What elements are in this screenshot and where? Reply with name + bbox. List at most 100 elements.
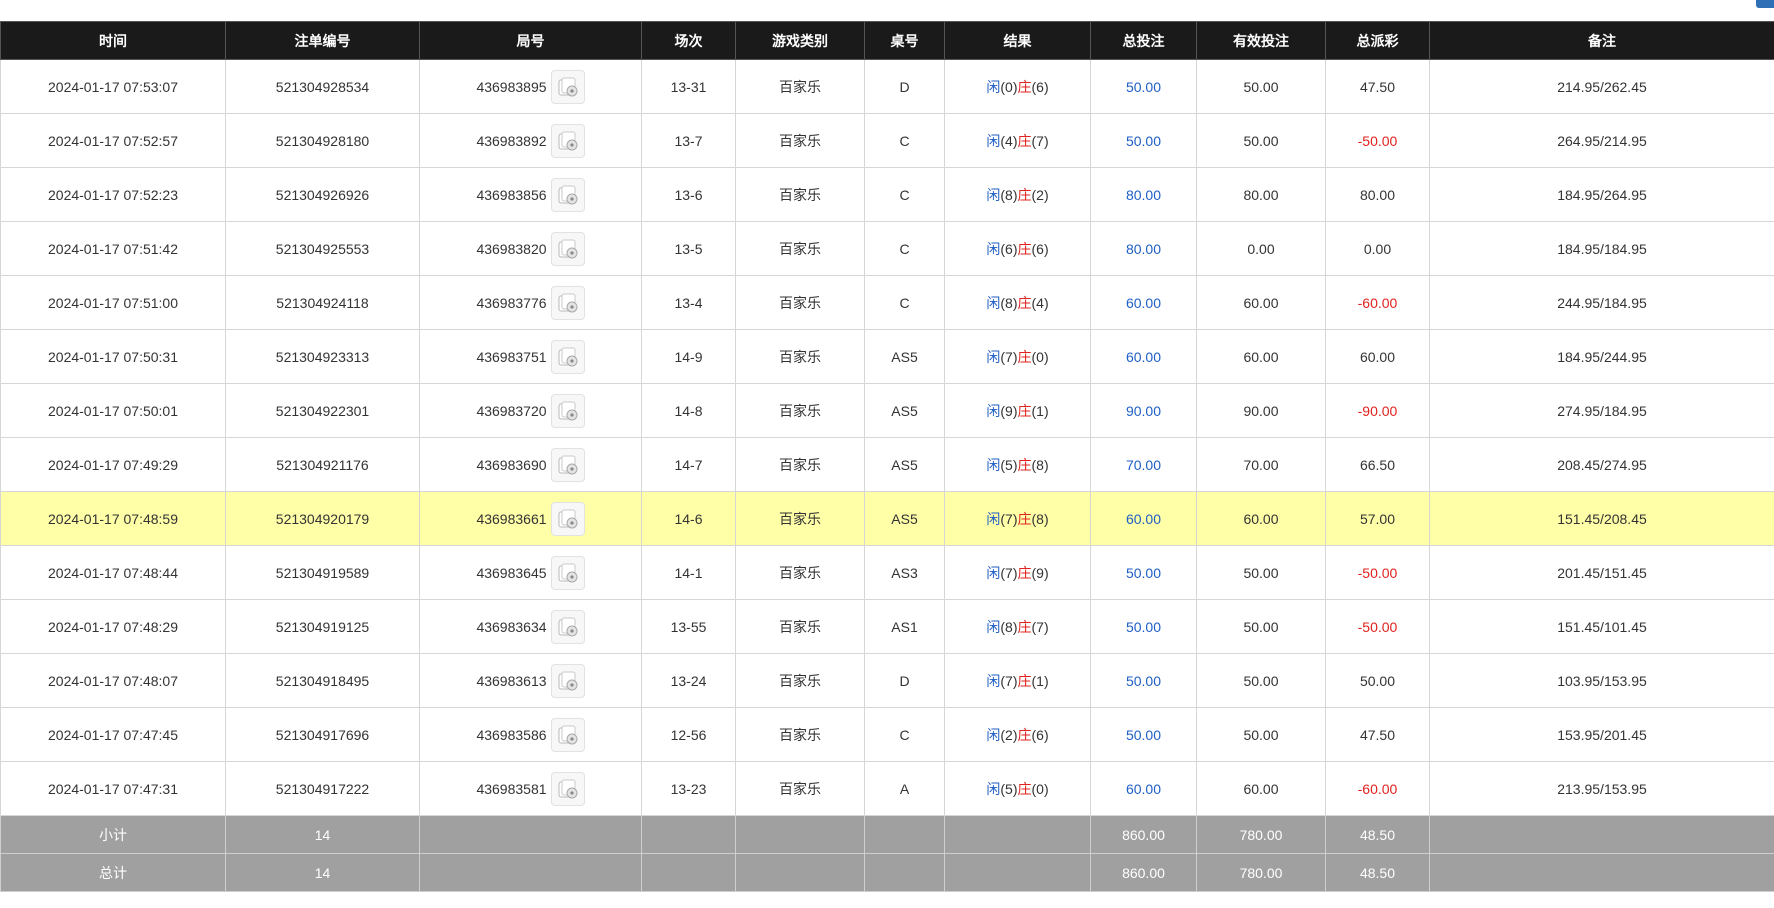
payout-cell: -90.00 (1325, 383, 1430, 438)
round-cell: 436983820 (419, 221, 642, 276)
session-cell: 14-7 (641, 437, 736, 492)
note-cell: 214.95/262.45 (1429, 59, 1774, 114)
valid-bet-cell: 60.00 (1196, 761, 1326, 816)
replay-icon[interactable] (550, 339, 585, 374)
replay-icon[interactable] (550, 717, 585, 752)
replay-icon[interactable] (550, 771, 585, 806)
banker-score: (6) (1031, 78, 1049, 95)
replay-icon[interactable] (550, 663, 585, 698)
table-cell: C (864, 167, 945, 222)
bet-id-cell: 521304920179 (225, 491, 420, 546)
result-cell: 闲(6)庄(6) (944, 221, 1091, 276)
subtotal-valid-bet: 780.00 (1196, 815, 1326, 854)
round-number: 436983581 (476, 780, 547, 797)
total-bet-cell: 50.00 (1090, 653, 1197, 708)
table-row: 2024-01-17 07:52:57 521304928180 436983892… (0, 113, 1774, 168)
banker-label: 庄 (1017, 618, 1032, 635)
player-score: (0) (1000, 78, 1018, 95)
valid-bet-cell: 50.00 (1196, 707, 1326, 762)
table-cell: AS5 (864, 491, 945, 546)
session-cell: 14-6 (641, 491, 736, 546)
payout-cell: 60.00 (1325, 329, 1430, 384)
time-cell: 2024-01-17 07:50:01 (0, 383, 226, 438)
game-type-cell: 百家乐 (735, 275, 865, 330)
valid-bet-cell: 50.00 (1196, 599, 1326, 654)
replay-icon[interactable] (550, 393, 585, 428)
header-game-type: 游戏类别 (735, 21, 865, 60)
replay-icon[interactable] (550, 231, 585, 266)
player-label: 闲 (986, 402, 1001, 419)
banker-label: 庄 (1017, 510, 1032, 527)
round-cell: 436983892 (419, 113, 642, 168)
replay-icon[interactable] (550, 501, 585, 536)
note-cell: 184.95/244.95 (1429, 329, 1774, 384)
header-table: 桌号 (864, 21, 945, 60)
table-cell: C (864, 221, 945, 276)
valid-bet-cell: 50.00 (1196, 113, 1326, 168)
subtotal-payout: 48.50 (1325, 815, 1430, 854)
player-score: (8) (1000, 618, 1018, 635)
replay-icon[interactable] (550, 69, 585, 104)
table-row: 2024-01-17 07:48:07 521304918495 436983613… (0, 653, 1774, 708)
player-label: 闲 (986, 564, 1001, 581)
subtotal-row: 小计 14 860.00 780.00 48.50 (0, 815, 1774, 854)
note-cell: 201.45/151.45 (1429, 545, 1774, 600)
time-cell: 2024-01-17 07:53:07 (0, 59, 226, 114)
banker-label: 庄 (1017, 132, 1032, 149)
empty-cell (641, 815, 736, 854)
bet-id-cell: 521304923313 (225, 329, 420, 384)
time-cell: 2024-01-17 07:51:42 (0, 221, 226, 276)
player-label: 闲 (986, 780, 1001, 797)
bet-id-cell: 521304917222 (225, 761, 420, 816)
header-bet-id: 注单编号 (225, 21, 420, 60)
total-total-bet: 860.00 (1090, 853, 1197, 892)
player-score: (4) (1000, 132, 1018, 149)
time-cell: 2024-01-17 07:49:29 (0, 437, 226, 492)
banker-score: (2) (1031, 186, 1049, 203)
replay-icon[interactable] (550, 447, 585, 482)
time-cell: 2024-01-17 07:52:23 (0, 167, 226, 222)
round-cell: 436983634 (419, 599, 642, 654)
header-time: 时间 (0, 21, 226, 60)
bet-records-table: 时间 注单编号 局号 场次 游戏类别 桌号 结果 总投注 有效投注 总派彩 备注… (0, 21, 1774, 892)
note-cell: 151.45/101.45 (1429, 599, 1774, 654)
header-total-bet: 总投注 (1090, 21, 1197, 60)
session-cell: 14-9 (641, 329, 736, 384)
session-cell: 13-6 (641, 167, 736, 222)
replay-icon[interactable] (550, 123, 585, 158)
payout-cell: 47.50 (1325, 59, 1430, 114)
empty-cell (944, 853, 1091, 892)
valid-bet-cell: 50.00 (1196, 653, 1326, 708)
total-bet-cell: 50.00 (1090, 113, 1197, 168)
player-score: (8) (1000, 186, 1018, 203)
round-number: 436983613 (476, 672, 547, 689)
note-cell: 264.95/214.95 (1429, 113, 1774, 168)
player-label: 闲 (986, 132, 1001, 149)
replay-icon[interactable] (550, 555, 585, 590)
replay-icon[interactable] (550, 609, 585, 644)
banker-score: (1) (1031, 672, 1049, 689)
valid-bet-cell: 60.00 (1196, 329, 1326, 384)
replay-icon[interactable] (550, 285, 585, 320)
player-score: (7) (1000, 564, 1018, 581)
replay-icon[interactable] (550, 177, 585, 212)
banker-label: 庄 (1017, 78, 1032, 95)
table-row: 2024-01-17 07:47:31 521304917222 436983581… (0, 761, 1774, 816)
banker-score: (4) (1031, 294, 1049, 311)
time-cell: 2024-01-17 07:48:29 (0, 599, 226, 654)
player-label: 闲 (986, 672, 1001, 689)
bet-id-cell: 521304926926 (225, 167, 420, 222)
total-bet-cell: 80.00 (1090, 167, 1197, 222)
round-cell: 436983645 (419, 545, 642, 600)
game-type-cell: 百家乐 (735, 59, 865, 114)
result-cell: 闲(7)庄(1) (944, 653, 1091, 708)
total-bet-cell: 50.00 (1090, 599, 1197, 654)
table-row: 2024-01-17 07:47:45 521304917696 436983586… (0, 707, 1774, 762)
time-cell: 2024-01-17 07:47:31 (0, 761, 226, 816)
banker-score: (1) (1031, 402, 1049, 419)
game-type-cell: 百家乐 (735, 383, 865, 438)
payout-cell: -50.00 (1325, 113, 1430, 168)
round-number: 436983720 (476, 402, 547, 419)
game-type-cell: 百家乐 (735, 113, 865, 168)
corner-tab[interactable] (1756, 0, 1774, 8)
